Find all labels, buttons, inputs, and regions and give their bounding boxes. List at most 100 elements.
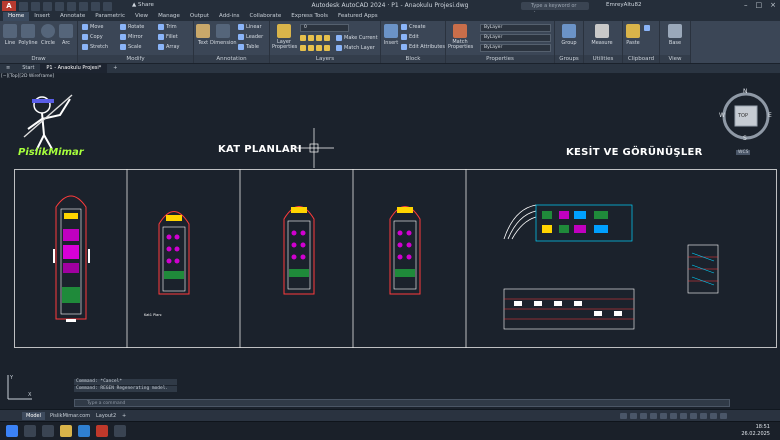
copy-clip-button[interactable] — [644, 24, 652, 32]
polar-icon[interactable] — [650, 413, 657, 419]
annotation-panel-title[interactable]: Annotation — [194, 55, 269, 63]
layer-off-icon[interactable] — [300, 34, 306, 41]
browser-icon[interactable] — [78, 425, 90, 437]
color-select[interactable]: ByLayer — [480, 24, 551, 32]
minimize-icon[interactable]: – — [744, 1, 748, 9]
tab-insert[interactable]: Insert — [29, 12, 55, 21]
linear-button[interactable]: Linear — [238, 23, 262, 31]
search-taskbar-icon[interactable] — [24, 425, 36, 437]
clipboard-panel-title[interactable]: Clipboard — [623, 55, 659, 63]
user-account[interactable]: EmreyAltu82 — [606, 2, 642, 8]
drawing-canvas[interactable]: [−][Top][2D Wireframe] PislikMimar KAT P… — [0, 73, 780, 409]
new-tab-button[interactable]: + — [107, 64, 123, 73]
app-icon[interactable] — [114, 425, 126, 437]
polyline-button[interactable]: Polyline — [18, 24, 38, 46]
viewcube[interactable]: N S E W TOP WCS — [718, 86, 774, 166]
tab-annotate[interactable]: Annotate — [55, 12, 90, 21]
create-block-button[interactable]: Create — [401, 23, 426, 31]
viewcube-top-face[interactable]: TOP — [738, 113, 748, 119]
tab-view[interactable]: View — [130, 12, 153, 21]
annotation-scale-icon[interactable] — [700, 413, 707, 419]
move-button[interactable]: Move — [82, 23, 103, 31]
groups-panel-title[interactable]: Groups — [555, 55, 583, 63]
ortho-icon[interactable] — [640, 413, 647, 419]
layer-walk-icon[interactable] — [308, 44, 314, 51]
modify-panel-title[interactable]: Modify — [78, 55, 193, 63]
dimension-button[interactable]: Dimension — [210, 24, 237, 46]
autocad-taskbar-icon[interactable] — [96, 425, 108, 437]
layer-isolate-icon[interactable] — [308, 34, 314, 41]
copy-button[interactable]: Copy — [82, 33, 103, 41]
tab-home[interactable]: Home — [3, 12, 30, 21]
system-clock[interactable]: 18:51 26.02.2025 — [741, 424, 770, 438]
layout-tab-pislikmimar[interactable]: PislikMimar.com — [46, 412, 94, 420]
view-panel-title[interactable]: View — [660, 55, 690, 63]
tab-featured-apps[interactable]: Featured Apps — [333, 12, 383, 21]
base-view-button[interactable]: Base — [664, 24, 686, 46]
array-button[interactable]: Array — [158, 43, 179, 51]
viewcube-north[interactable]: N — [743, 88, 748, 95]
leader-button[interactable]: Leader — [238, 33, 263, 41]
customize-icon[interactable] — [720, 413, 727, 419]
circle-button[interactable]: Circle — [40, 24, 56, 46]
paste-button[interactable]: Paste — [625, 24, 641, 46]
trim-button[interactable]: Trim — [158, 23, 177, 31]
lineweight-select[interactable]: ByLayer — [480, 44, 551, 52]
table-button[interactable]: Table — [238, 43, 259, 51]
block-panel-title[interactable]: Block — [381, 55, 445, 63]
edit-block-button[interactable]: Edit — [401, 33, 419, 41]
workspace-icon[interactable] — [710, 413, 717, 419]
tab-collaborate[interactable]: Collaborate — [245, 12, 287, 21]
arc-button[interactable]: Arc — [58, 24, 74, 46]
model-tab[interactable]: Model — [22, 412, 46, 420]
tab-parametric[interactable]: Parametric — [90, 12, 130, 21]
file-tab-drawing[interactable]: P1 - Anaokulu Projesi* — [40, 64, 108, 73]
start-icon[interactable] — [6, 425, 18, 437]
ucs-menu[interactable]: WCS — [736, 150, 751, 155]
layer-on-icon[interactable] — [300, 44, 306, 51]
tab-output[interactable]: Output — [185, 12, 214, 21]
group-button[interactable]: Group — [559, 24, 579, 46]
lineweight-icon[interactable] — [670, 413, 677, 419]
viewcube-south[interactable]: S — [743, 135, 747, 142]
layer-properties-button[interactable]: Layer Properties — [272, 24, 297, 50]
file-tab-start[interactable]: Start — [16, 64, 40, 73]
stretch-button[interactable]: Stretch — [82, 43, 108, 51]
text-button[interactable]: Text — [196, 24, 210, 46]
edit-attributes-button[interactable]: Edit Attributes — [401, 43, 445, 51]
close-icon[interactable]: × — [770, 1, 776, 9]
draw-panel-title[interactable]: Draw — [0, 55, 77, 63]
osnap-icon[interactable] — [660, 413, 667, 419]
viewport-label[interactable]: [−][Top][2D Wireframe] — [1, 74, 54, 79]
transparency-icon[interactable] — [680, 413, 687, 419]
layer-unlock-icon[interactable] — [324, 44, 330, 51]
layout-tab-layout2[interactable]: Layout2 — [92, 412, 120, 420]
scale-button[interactable]: Scale — [120, 43, 141, 51]
selection-cycling-icon[interactable] — [690, 413, 697, 419]
command-input[interactable]: Type a command — [74, 399, 730, 407]
grid-icon[interactable] — [620, 413, 627, 419]
match-layer-button[interactable]: Match Layer — [336, 44, 375, 52]
measure-button[interactable]: Measure — [588, 24, 616, 46]
layer-freeze-icon[interactable] — [316, 34, 322, 41]
tab-add-ins[interactable]: Add-ins — [214, 12, 245, 21]
snap-icon[interactable] — [630, 413, 637, 419]
linetype-select[interactable]: ByLayer — [480, 34, 551, 42]
properties-panel-title[interactable]: Properties — [446, 55, 554, 63]
task-view-icon[interactable] — [42, 425, 54, 437]
search-input[interactable]: Type a keyword or phrase — [521, 2, 589, 17]
rotate-button[interactable]: Rotate — [120, 23, 144, 31]
fillet-button[interactable]: Fillet — [158, 33, 178, 41]
tab-manage[interactable]: Manage — [153, 12, 185, 21]
insert-button[interactable]: Insert — [383, 24, 399, 46]
layer-thaw-icon[interactable] — [316, 44, 322, 51]
layers-panel-title[interactable]: Layers — [270, 55, 380, 63]
viewcube-east[interactable]: E — [768, 112, 772, 119]
file-explorer-icon[interactable] — [60, 425, 72, 437]
add-layout-button[interactable]: + — [118, 412, 130, 420]
tab-express-tools[interactable]: Express Tools — [286, 12, 333, 21]
layer-select[interactable]: 0 — [300, 24, 349, 32]
menu-tab-icon[interactable]: ≡ — [0, 64, 16, 73]
layer-lock-icon[interactable] — [324, 34, 330, 41]
mirror-button[interactable]: Mirror — [120, 33, 143, 41]
